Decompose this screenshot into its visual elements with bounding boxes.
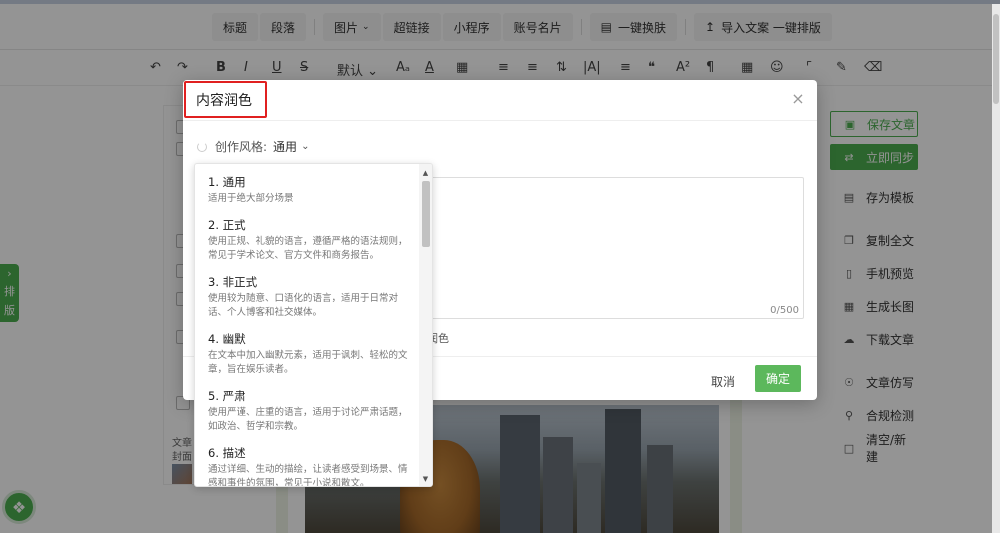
option-name: 3. 非正式	[208, 275, 258, 289]
style-option-informal[interactable]: 3. 非正式 使用较为随意、口语化的语言，适用于日常对话、个人博客和社交媒体。	[208, 274, 414, 320]
style-value: 通用	[273, 140, 298, 154]
style-option-general[interactable]: 1. 通用 适用于绝大部分场景	[208, 174, 414, 206]
scroll-down-icon[interactable]: ▼	[419, 473, 432, 485]
style-label: 创作风格:	[215, 140, 268, 154]
style-option-formal[interactable]: 2. 正式 使用正规、礼貌的语言，遵循严格的语法规则，常见于学术论文、官方文件和…	[208, 217, 414, 263]
option-name: 2. 正式	[208, 218, 246, 232]
style-option-humor[interactable]: 4. 幽默 在文本中加入幽默元素，适用于讽刺、轻松的文章，旨在娱乐读者。	[208, 331, 414, 377]
dialog-header: 内容润色 ×	[183, 80, 817, 121]
cancel-button[interactable]: 取消	[703, 369, 743, 393]
chevron-down-icon: ⌄	[301, 141, 310, 152]
option-desc: 使用较为随意、口语化的语言，适用于日常对话、个人博客和社交媒体。	[208, 293, 399, 318]
option-desc: 适用于绝大部分场景	[208, 193, 294, 204]
page-scrollbar[interactable]	[992, 4, 1000, 533]
dropdown-scrollbar-thumb[interactable]	[422, 181, 430, 247]
loading-icon	[197, 141, 207, 152]
option-desc: 在文本中加入幽默元素，适用于讽刺、轻松的文章，旨在娱乐读者。	[208, 350, 408, 375]
option-desc: 通过详细、生动的描绘，让读者感受到场景、情感和事件的氛围，常见于小说和散文。	[208, 464, 408, 487]
option-desc: 使用严谨、庄重的语言，适用于讨论严肃话题，如政治、哲学和宗教。	[208, 407, 408, 432]
option-name: 6. 描述	[208, 446, 246, 460]
close-icon[interactable]: ×	[791, 91, 805, 107]
dropdown-scrollbar[interactable]: ▲ ▼	[419, 164, 432, 486]
page-scrollbar-thumb[interactable]	[993, 14, 999, 104]
option-name: 4. 幽默	[208, 332, 246, 346]
style-option-serious[interactable]: 5. 严肃 使用严谨、庄重的语言，适用于讨论严肃话题，如政治、哲学和宗教。	[208, 388, 414, 434]
option-name: 5. 严肃	[208, 389, 246, 403]
dialog-title: 内容润色	[184, 81, 267, 118]
option-desc: 使用正规、礼貌的语言，遵循严格的语法规则，常见于学术论文、官方文件和商务报告。	[208, 236, 408, 261]
char-count: 0/500	[770, 305, 799, 316]
style-selector[interactable]: 创作风格: 通用 ⌄	[197, 138, 309, 155]
style-option-descriptive[interactable]: 6. 描述 通过详细、生动的描绘，让读者感受到场景、情感和事件的氛围，常见于小说…	[208, 445, 414, 487]
content-textarea[interactable]: 0/500	[433, 177, 804, 319]
confirm-button[interactable]: 确定	[755, 365, 801, 392]
scroll-up-icon[interactable]: ▲	[419, 167, 432, 179]
option-name: 1. 通用	[208, 175, 246, 189]
style-option-list: 1. 通用 适用于绝大部分场景 2. 正式 使用正规、礼貌的语言，遵循严格的语法…	[195, 164, 421, 487]
style-dropdown: 1. 通用 适用于绝大部分场景 2. 正式 使用正规、礼貌的语言，遵循严格的语法…	[194, 163, 433, 487]
